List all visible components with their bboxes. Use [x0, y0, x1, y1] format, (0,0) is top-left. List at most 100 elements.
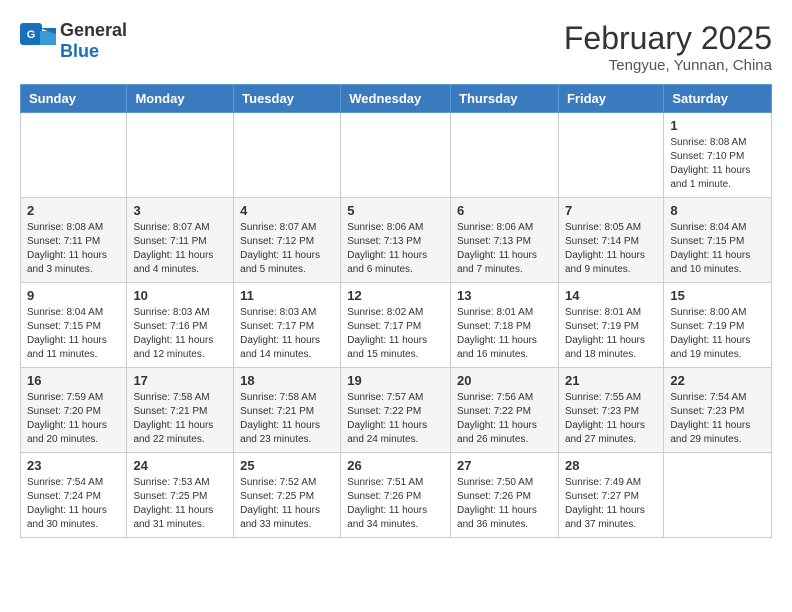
day-info: Sunrise: 8:06 AM Sunset: 7:13 PM Dayligh… [347, 221, 444, 277]
day-number: 6 [457, 203, 552, 218]
day-number: 1 [670, 118, 765, 133]
day-number: 25 [240, 458, 334, 473]
calendar-cell: 28 Sunrise: 7:49 AM Sunset: 7:27 PM Dayli… [558, 453, 663, 538]
day-info: Sunrise: 7:49 AM Sunset: 7:27 PM Dayligh… [565, 476, 657, 532]
day-info: Sunrise: 7:54 AM Sunset: 7:24 PM Dayligh… [27, 476, 120, 532]
calendar-cell: 23 Sunrise: 7:54 AM Sunset: 7:24 PM Dayli… [21, 453, 127, 538]
calendar-cell [664, 453, 772, 538]
day-number: 16 [27, 373, 120, 388]
calendar-cell: 4 Sunrise: 8:07 AM Sunset: 7:12 PM Daylig… [234, 198, 341, 283]
calendar-cell: 21 Sunrise: 7:55 AM Sunset: 7:23 PM Dayli… [558, 368, 663, 453]
day-number: 24 [133, 458, 227, 473]
day-number: 21 [565, 373, 657, 388]
calendar-cell: 5 Sunrise: 8:06 AM Sunset: 7:13 PM Daylig… [341, 198, 451, 283]
day-info: Sunrise: 8:02 AM Sunset: 7:17 PM Dayligh… [347, 306, 444, 362]
day-number: 3 [133, 203, 227, 218]
calendar-cell [127, 113, 234, 198]
logo-text-general: General [60, 20, 127, 40]
day-info: Sunrise: 8:01 AM Sunset: 7:19 PM Dayligh… [565, 306, 657, 362]
day-number: 2 [27, 203, 120, 218]
calendar-cell: 10 Sunrise: 8:03 AM Sunset: 7:16 PM Dayli… [127, 283, 234, 368]
week-row-4: 16 Sunrise: 7:59 AM Sunset: 7:20 PM Dayli… [21, 368, 772, 453]
day-info: Sunrise: 7:58 AM Sunset: 7:21 PM Dayligh… [240, 391, 334, 447]
day-info: Sunrise: 8:05 AM Sunset: 7:14 PM Dayligh… [565, 221, 657, 277]
day-number: 27 [457, 458, 552, 473]
day-info: Sunrise: 8:08 AM Sunset: 7:11 PM Dayligh… [27, 221, 120, 277]
day-number: 17 [133, 373, 227, 388]
day-number: 22 [670, 373, 765, 388]
svg-text:G: G [27, 29, 36, 41]
day-info: Sunrise: 8:04 AM Sunset: 7:15 PM Dayligh… [670, 221, 765, 277]
calendar-cell [341, 113, 451, 198]
calendar-cell: 17 Sunrise: 7:58 AM Sunset: 7:21 PM Dayli… [127, 368, 234, 453]
header: G General Blue February 2025 Tengyue, Yu… [20, 20, 772, 74]
calendar-cell: 7 Sunrise: 8:05 AM Sunset: 7:14 PM Daylig… [558, 198, 663, 283]
day-info: Sunrise: 7:58 AM Sunset: 7:21 PM Dayligh… [133, 391, 227, 447]
calendar-table: SundayMondayTuesdayWednesdayThursdayFrid… [20, 84, 772, 538]
day-info: Sunrise: 8:08 AM Sunset: 7:10 PM Dayligh… [670, 136, 765, 192]
calendar-cell: 25 Sunrise: 7:52 AM Sunset: 7:25 PM Dayli… [234, 453, 341, 538]
calendar-cell: 22 Sunrise: 7:54 AM Sunset: 7:23 PM Dayli… [664, 368, 772, 453]
day-info: Sunrise: 8:07 AM Sunset: 7:12 PM Dayligh… [240, 221, 334, 277]
day-number: 12 [347, 288, 444, 303]
day-number: 14 [565, 288, 657, 303]
day-info: Sunrise: 8:06 AM Sunset: 7:13 PM Dayligh… [457, 221, 552, 277]
weekday-header-tuesday: Tuesday [234, 85, 341, 113]
calendar-cell: 3 Sunrise: 8:07 AM Sunset: 7:11 PM Daylig… [127, 198, 234, 283]
calendar-cell: 26Sunrise: 7:51 AM Sunset: 7:26 PM Dayli… [341, 453, 451, 538]
day-number: 15 [670, 288, 765, 303]
calendar-cell: 16 Sunrise: 7:59 AM Sunset: 7:20 PM Dayli… [21, 368, 127, 453]
day-info: Sunrise: 7:52 AM Sunset: 7:25 PM Dayligh… [240, 476, 334, 532]
logo-text-blue: Blue [60, 41, 99, 61]
day-info: Sunrise: 8:03 AM Sunset: 7:16 PM Dayligh… [133, 306, 227, 362]
day-number: 19 [347, 373, 444, 388]
calendar-cell [558, 113, 663, 198]
week-row-3: 9 Sunrise: 8:04 AM Sunset: 7:15 PM Daylig… [21, 283, 772, 368]
day-number: 9 [27, 288, 120, 303]
day-info: Sunrise: 7:50 AM Sunset: 7:26 PM Dayligh… [457, 476, 552, 532]
week-row-5: 23 Sunrise: 7:54 AM Sunset: 7:24 PM Dayli… [21, 453, 772, 538]
day-info: Sunrise: 7:56 AM Sunset: 7:22 PM Dayligh… [457, 391, 552, 447]
calendar-cell: 19 Sunrise: 7:57 AM Sunset: 7:22 PM Dayli… [341, 368, 451, 453]
weekday-header-thursday: Thursday [451, 85, 559, 113]
day-number: 23 [27, 458, 120, 473]
weekday-header-wednesday: Wednesday [341, 85, 451, 113]
logo: G General Blue [20, 20, 127, 62]
day-info: Sunrise: 7:57 AM Sunset: 7:22 PM Dayligh… [347, 391, 444, 447]
day-info: Sunrise: 7:55 AM Sunset: 7:23 PM Dayligh… [565, 391, 657, 447]
day-number: 18 [240, 373, 334, 388]
day-number: 7 [565, 203, 657, 218]
weekday-header-monday: Monday [127, 85, 234, 113]
day-number: 5 [347, 203, 444, 218]
calendar-cell: 1 Sunrise: 8:08 AM Sunset: 7:10 PM Daylig… [664, 113, 772, 198]
week-row-2: 2 Sunrise: 8:08 AM Sunset: 7:11 PM Daylig… [21, 198, 772, 283]
weekday-header-row: SundayMondayTuesdayWednesdayThursdayFrid… [21, 85, 772, 113]
day-info: Sunrise: 8:04 AM Sunset: 7:15 PM Dayligh… [27, 306, 120, 362]
calendar-cell: 18 Sunrise: 7:58 AM Sunset: 7:21 PM Dayli… [234, 368, 341, 453]
week-row-1: 1 Sunrise: 8:08 AM Sunset: 7:10 PM Daylig… [21, 113, 772, 198]
day-info: Sunrise: 8:03 AM Sunset: 7:17 PM Dayligh… [240, 306, 334, 362]
day-number: 8 [670, 203, 765, 218]
calendar-cell: 2 Sunrise: 8:08 AM Sunset: 7:11 PM Daylig… [21, 198, 127, 283]
day-info: Sunrise: 8:07 AM Sunset: 7:11 PM Dayligh… [133, 221, 227, 277]
calendar-cell: 6 Sunrise: 8:06 AM Sunset: 7:13 PM Daylig… [451, 198, 559, 283]
day-info: Sunrise: 7:59 AM Sunset: 7:20 PM Dayligh… [27, 391, 120, 447]
calendar-cell: 13Sunrise: 8:01 AM Sunset: 7:18 PM Dayli… [451, 283, 559, 368]
calendar-cell: 9 Sunrise: 8:04 AM Sunset: 7:15 PM Daylig… [21, 283, 127, 368]
day-number: 28 [565, 458, 657, 473]
day-info: Sunrise: 7:51 AM Sunset: 7:26 PM Dayligh… [347, 476, 444, 532]
calendar-cell: 14 Sunrise: 8:01 AM Sunset: 7:19 PM Dayli… [558, 283, 663, 368]
calendar-cell: 24 Sunrise: 7:53 AM Sunset: 7:25 PM Dayli… [127, 453, 234, 538]
day-number: 4 [240, 203, 334, 218]
day-number: 10 [133, 288, 227, 303]
calendar-cell: 20Sunrise: 7:56 AM Sunset: 7:22 PM Dayli… [451, 368, 559, 453]
weekday-header-saturday: Saturday [664, 85, 772, 113]
month-title: February 2025 [564, 20, 772, 57]
day-info: Sunrise: 7:54 AM Sunset: 7:23 PM Dayligh… [670, 391, 765, 447]
day-info: Sunrise: 7:53 AM Sunset: 7:25 PM Dayligh… [133, 476, 227, 532]
weekday-header-sunday: Sunday [21, 85, 127, 113]
calendar-cell: 15Sunrise: 8:00 AM Sunset: 7:19 PM Dayli… [664, 283, 772, 368]
day-info: Sunrise: 8:01 AM Sunset: 7:18 PM Dayligh… [457, 306, 552, 362]
calendar-cell [451, 113, 559, 198]
day-number: 11 [240, 288, 334, 303]
